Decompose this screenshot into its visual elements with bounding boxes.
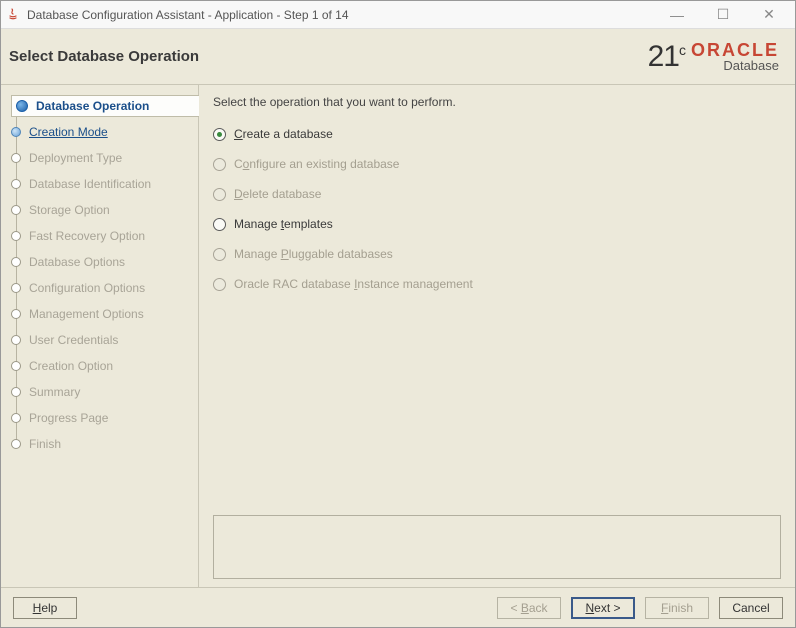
logo-sub: Database xyxy=(691,59,779,72)
step-fast-recovery-option: Fast Recovery Option xyxy=(11,225,198,247)
step-deployment-type: Deployment Type xyxy=(11,147,198,169)
option-label: Delete database xyxy=(234,187,321,201)
step-management-options: Management Options xyxy=(11,303,198,325)
step-dot-icon xyxy=(11,231,21,241)
radio-icon xyxy=(213,248,226,261)
step-dot-icon xyxy=(11,205,21,215)
radio-icon xyxy=(213,128,226,141)
step-summary: Summary xyxy=(11,381,198,403)
radio-icon xyxy=(213,278,226,291)
radio-icon xyxy=(213,218,226,231)
radio-icon xyxy=(213,158,226,171)
step-dot-icon xyxy=(11,127,21,137)
option-label: Oracle RAC database Instance management xyxy=(234,277,473,291)
help-button[interactable]: Help xyxy=(13,597,77,619)
step-label: Fast Recovery Option xyxy=(29,229,145,243)
option-label: Create a database xyxy=(234,127,333,141)
step-label: Progress Page xyxy=(29,411,108,425)
instruction-text: Select the operation that you want to pe… xyxy=(213,95,781,109)
java-icon xyxy=(5,7,21,23)
step-user-credentials: User Credentials xyxy=(11,329,198,351)
step-label: Deployment Type xyxy=(29,151,122,165)
step-label: Configuration Options xyxy=(29,281,145,295)
step-dot-icon xyxy=(11,439,21,449)
step-label: Storage Option xyxy=(29,203,110,217)
step-database-options: Database Options xyxy=(11,251,198,273)
maximize-button[interactable]: ☐ xyxy=(709,5,737,25)
step-creation-mode[interactable]: Creation Mode xyxy=(11,121,198,143)
step-dot-icon xyxy=(11,257,21,267)
step-dot-icon xyxy=(11,387,21,397)
titlebar: Database Configuration Assistant - Appli… xyxy=(1,1,795,29)
step-database-operation: Database Operation xyxy=(11,95,199,117)
step-dot-icon xyxy=(11,361,21,371)
step-label: User Credentials xyxy=(29,333,118,347)
step-progress-page: Progress Page xyxy=(11,407,198,429)
step-dot-icon xyxy=(11,335,21,345)
step-dot-icon xyxy=(11,309,21,319)
cancel-button[interactable]: Cancel xyxy=(719,597,783,619)
minimize-button[interactable]: — xyxy=(663,5,691,25)
step-configuration-options: Configuration Options xyxy=(11,277,198,299)
option-label: Configure an existing database xyxy=(234,157,399,171)
main-panel: Select the operation that you want to pe… xyxy=(199,85,795,587)
header: Select Database Operation 21c ORACLE Dat… xyxy=(1,29,795,85)
step-label: Creation Option xyxy=(29,359,113,373)
option-label: Manage Pluggable databases xyxy=(234,247,393,261)
option-create-a-database[interactable]: Create a database xyxy=(213,127,781,141)
option-configure-an-existing-database: Configure an existing database xyxy=(213,157,781,171)
logo-brand: ORACLE xyxy=(691,41,779,59)
next-button[interactable]: Next > xyxy=(571,597,635,619)
window-title: Database Configuration Assistant - Appli… xyxy=(27,8,663,22)
window: Database Configuration Assistant - Appli… xyxy=(0,0,796,628)
close-button[interactable]: ✕ xyxy=(755,5,783,25)
step-dot-icon xyxy=(16,100,28,112)
option-oracle-rac-database-instance-management: Oracle RAC database Instance management xyxy=(213,277,781,291)
option-delete-database: Delete database xyxy=(213,187,781,201)
step-dot-icon xyxy=(11,179,21,189)
step-dot-icon xyxy=(11,153,21,163)
step-dot-icon xyxy=(11,283,21,293)
step-label: Database Options xyxy=(29,255,125,269)
option-manage-templates[interactable]: Manage templates xyxy=(213,217,781,231)
sidebar: Database Operation Creation Mode Deploymen… xyxy=(1,85,199,587)
step-label: Management Options xyxy=(29,307,144,321)
step-finish: Finish xyxy=(11,433,198,455)
step-storage-option: Storage Option xyxy=(11,199,198,221)
footer: Help < Back Next > Finish Cancel xyxy=(1,587,795,627)
step-creation-option: Creation Option xyxy=(11,355,198,377)
window-controls: — ☐ ✕ xyxy=(663,5,791,25)
step-label: Database Identification xyxy=(29,177,151,191)
message-box xyxy=(213,515,781,579)
back-button: < Back xyxy=(497,597,561,619)
step-dot-icon xyxy=(11,413,21,423)
step-database-identification: Database Identification xyxy=(11,173,198,195)
oracle-logo: 21c ORACLE Database xyxy=(648,40,779,74)
step-label: Database Operation xyxy=(36,99,149,113)
step-label: Summary xyxy=(29,385,80,399)
logo-version: 21c xyxy=(648,40,685,74)
body: Database Operation Creation Mode Deploymen… xyxy=(1,85,795,587)
step-list: Database Operation Creation Mode Deploymen… xyxy=(1,95,198,455)
option-label: Manage templates xyxy=(234,217,333,231)
page-title: Select Database Operation xyxy=(9,48,199,65)
options-group: Create a database Configure an existing d… xyxy=(213,127,781,515)
radio-icon xyxy=(213,188,226,201)
step-label: Creation Mode xyxy=(29,125,108,139)
finish-button: Finish xyxy=(645,597,709,619)
option-manage-pluggable-databases: Manage Pluggable databases xyxy=(213,247,781,261)
step-label: Finish xyxy=(29,437,61,451)
